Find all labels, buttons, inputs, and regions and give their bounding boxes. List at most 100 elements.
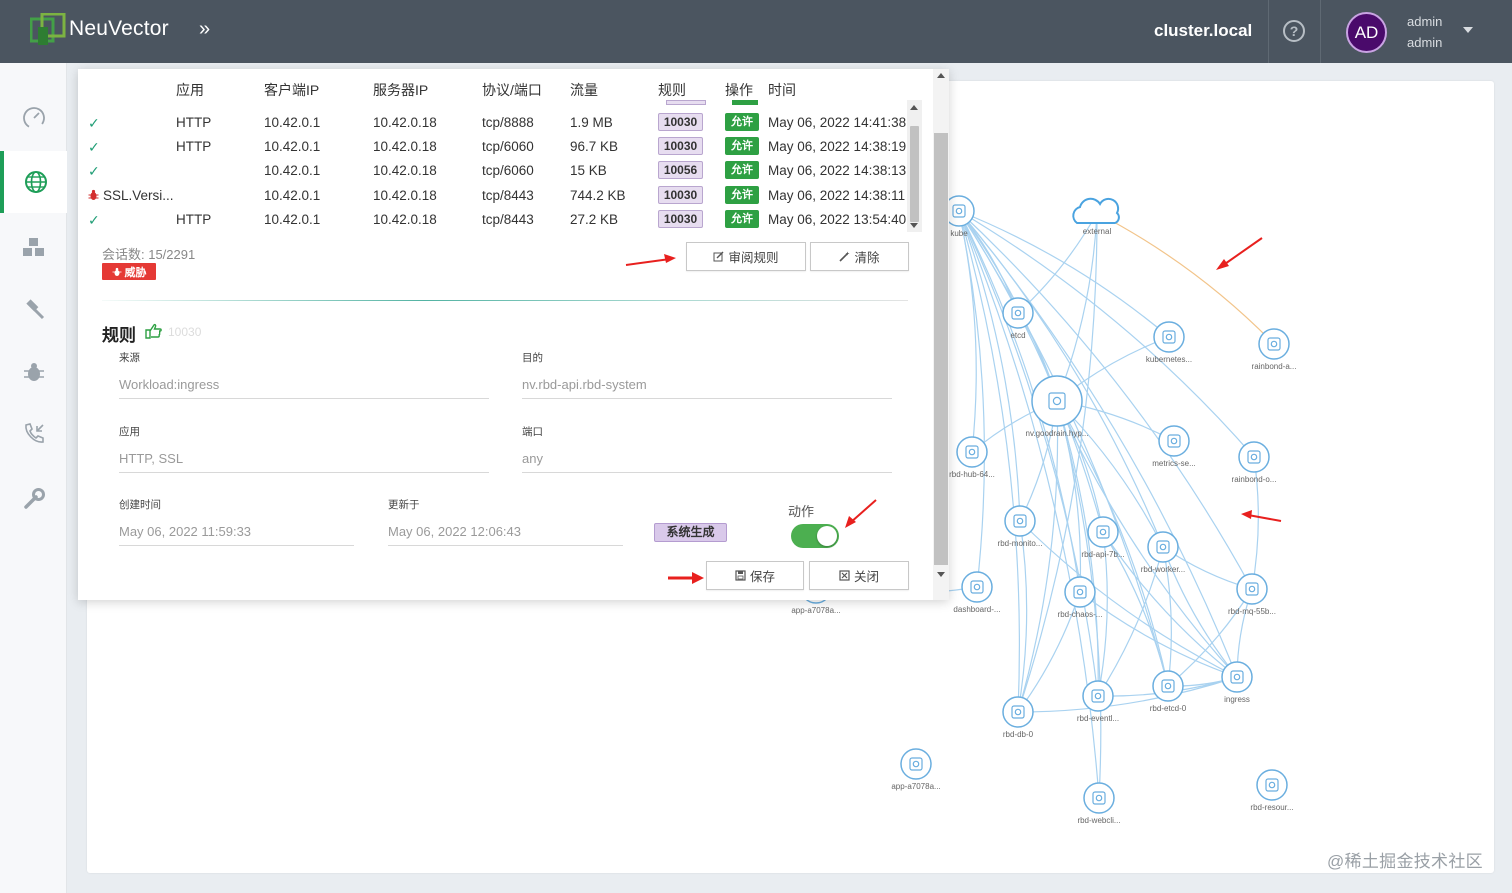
graph-node-label: etcd — [1010, 331, 1026, 340]
table-scrollbar[interactable] — [907, 100, 922, 232]
col-header-action: 操作 — [725, 82, 753, 98]
cell-rule-id[interactable]: 10030 — [658, 209, 703, 228]
graph-node[interactable] — [1152, 670, 1184, 702]
user-menu-chevron-down-icon[interactable] — [1463, 27, 1473, 33]
graph-node[interactable] — [900, 748, 932, 780]
user-name[interactable]: admin — [1407, 14, 1442, 29]
graph-node[interactable] — [1221, 661, 1253, 693]
action-allow-toggle[interactable] — [791, 524, 839, 548]
application-field[interactable]: HTTP, SSL — [119, 451, 489, 473]
graph-node[interactable] — [1002, 297, 1034, 329]
save-icon — [735, 570, 746, 581]
destination-label: 目的 — [522, 352, 543, 364]
hand-pointer-icon[interactable] — [144, 321, 164, 341]
table-row[interactable]: SSL.Versi... 10.42.0.1 10.42.0.18 tcp/8443 7… — [78, 184, 918, 208]
save-button[interactable]: 保存 — [706, 561, 804, 590]
graph-node[interactable] — [1256, 769, 1288, 801]
col-header-bytes: 流量 — [570, 82, 598, 98]
graph-node[interactable] — [1087, 516, 1119, 548]
header-divider — [1268, 0, 1269, 63]
dialog-scrollbar-thumb[interactable] — [934, 133, 948, 565]
allowed-check-icon: ✓ — [88, 115, 100, 131]
conversation-details-dialog: 应用 客户端IP 服务器IP 协议/端口 流量 规则 操作 时间 ✓ HTTP 10… — [78, 69, 949, 600]
sidebar-item-settings[interactable] — [0, 468, 67, 530]
edit-icon — [713, 251, 724, 262]
graph-node[interactable] — [1082, 680, 1114, 712]
table-row[interactable]: ✓ 10.42.0.1 10.42.0.18 tcp/6060 15 KB 10056 允许… — [78, 159, 918, 183]
graph-node-label: rbd-etcd-0 — [1149, 704, 1187, 713]
graph-node[interactable] — [956, 436, 988, 468]
cell-rule-id[interactable]: 10056 — [658, 161, 703, 180]
clear-button[interactable]: 清除 — [810, 242, 909, 271]
table-scrollbar-thumb[interactable] — [910, 126, 919, 222]
col-header-protocol-port: 协议/端口 — [482, 82, 542, 98]
graph-node[interactable] — [1153, 321, 1185, 353]
graph-node[interactable] — [1147, 531, 1179, 563]
dialog-scrollbar[interactable] — [933, 69, 949, 600]
toggle-knob — [817, 526, 837, 546]
graph-node[interactable] — [1258, 328, 1290, 360]
graph-node[interactable] — [1072, 197, 1120, 224]
cell-rule-id[interactable]: 10030 — [658, 137, 703, 156]
cluster-name[interactable]: cluster.local — [1154, 21, 1252, 41]
graph-node[interactable] — [1238, 441, 1270, 473]
table-row[interactable]: ✓ HTTP 10.42.0.1 10.42.0.18 tcp/8443 27.2 KB 1… — [78, 208, 918, 232]
cell-client-ip: 10.42.0.1 — [264, 211, 321, 227]
cell-bytes: 1.9 MB — [570, 115, 613, 130]
cell-rule-id[interactable]: 10030 — [658, 113, 703, 131]
updated-time-field: May 06, 2022 12:06:43 — [388, 524, 623, 546]
table-row[interactable]: ✓ HTTP 10.42.0.1 10.42.0.18 tcp/8888 1.9 MB 10… — [78, 111, 918, 135]
close-button[interactable]: 关闭 — [809, 561, 909, 590]
destination-field[interactable]: nv.rbd-api.rbd-system — [522, 377, 892, 399]
magic-wand-icon — [839, 251, 850, 262]
sidebar-item-policy[interactable] — [0, 279, 67, 341]
allowed-check-icon: ✓ — [88, 163, 100, 180]
cell-protocol-port: tcp/6060 — [482, 139, 534, 155]
port-field[interactable]: any — [522, 451, 892, 473]
graph-node[interactable] — [1083, 782, 1115, 814]
sidebar-item-network[interactable] — [0, 151, 67, 213]
graph-edge — [958, 210, 985, 588]
graph-node[interactable] — [1031, 375, 1083, 427]
sidebar-item-security-events[interactable] — [0, 341, 67, 403]
cell-server-ip: 10.42.0.18 — [373, 211, 437, 227]
bug-icon — [112, 267, 121, 276]
brand-name[interactable]: NeuVector — [69, 17, 169, 41]
sidebar-item-dashboard[interactable] — [0, 86, 67, 148]
source-field[interactable]: Workload:ingress — [119, 377, 489, 399]
gavel-icon — [25, 299, 44, 320]
graph-node[interactable] — [1236, 573, 1268, 605]
sidebar-item-assets[interactable] — [0, 217, 67, 279]
threat-label: 威胁 — [124, 266, 147, 279]
allowed-check-icon: ✓ — [88, 211, 100, 228]
review-rule-button[interactable]: 审阅规则 — [686, 242, 806, 271]
cell-time: May 06, 2022 14:38:19 — [768, 139, 907, 155]
expand-sidebar-icon[interactable]: » — [199, 18, 210, 41]
graph-node[interactable] — [1064, 576, 1096, 608]
cell-protocol-port: tcp/8443 — [482, 187, 534, 203]
threat-bug-icon — [88, 189, 99, 204]
speedometer-icon — [22, 107, 45, 129]
avatar[interactable]: AD — [1346, 12, 1387, 53]
threat-filter-badge[interactable]: 威胁 — [102, 263, 156, 280]
cell-bytes: 96.7 KB — [570, 139, 619, 155]
graph-node[interactable] — [1002, 696, 1034, 728]
table-row[interactable]: ✓ HTTP 10.42.0.1 10.42.0.18 tcp/6060 96.7 KB 1… — [78, 135, 918, 159]
cell-server-ip: 10.42.0.18 — [373, 163, 437, 179]
cell-server-ip: 10.42.0.18 — [373, 139, 437, 155]
graph-edge — [1096, 212, 1275, 345]
graph-node-label: rbd-worker... — [1140, 565, 1186, 574]
rule-id: 10030 — [168, 325, 202, 339]
port-label: 端口 — [522, 426, 543, 438]
graph-node[interactable] — [1004, 505, 1036, 537]
help-icon[interactable]: ? — [1283, 20, 1305, 42]
graph-node[interactable] — [961, 571, 993, 603]
graph-node-label: kube — [950, 229, 968, 238]
cell-client-ip: 10.42.0.1 — [264, 163, 321, 179]
cell-client-ip: 10.42.0.1 — [264, 115, 321, 130]
cell-app: HTTP — [176, 115, 212, 130]
graph-node[interactable] — [1158, 425, 1190, 457]
cell-time: May 06, 2022 14:38:13 — [768, 163, 907, 179]
sidebar-item-notifications[interactable] — [0, 403, 67, 465]
cell-rule-id[interactable]: 10030 — [658, 185, 703, 204]
